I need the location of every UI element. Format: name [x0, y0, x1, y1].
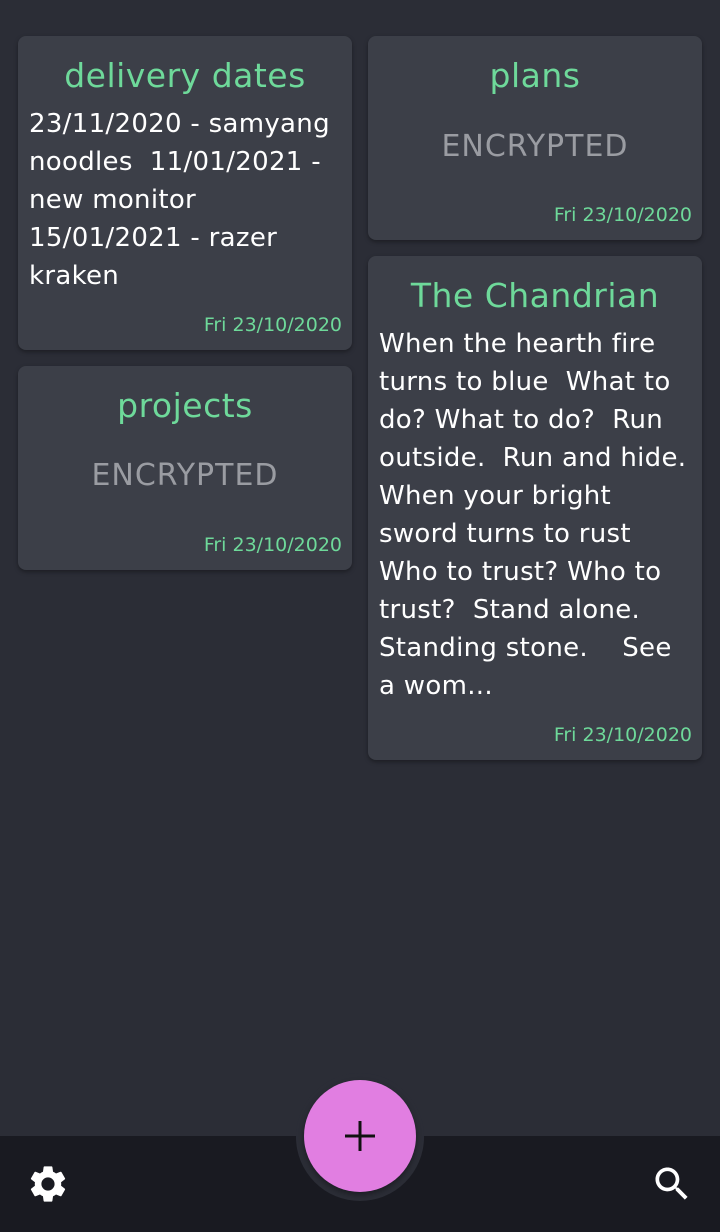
note-title: delivery dates	[64, 56, 306, 95]
note-date: Fri 23/10/2020	[203, 534, 342, 556]
encrypted-label: ENCRYPTED	[441, 129, 629, 164]
search-button[interactable]	[648, 1160, 696, 1208]
plus-icon	[343, 1119, 377, 1153]
note-title: plans	[489, 56, 581, 95]
note-card-delivery-dates[interactable]: delivery dates 23/11/2020 - samyang nood…	[18, 36, 352, 350]
settings-button[interactable]	[24, 1160, 72, 1208]
note-body: 23/11/2020 - samyang noodles 11/01/2021 …	[29, 109, 339, 291]
note-date: Fri 23/10/2020	[553, 204, 692, 226]
note-date: Fri 23/10/2020	[203, 314, 342, 336]
note-body: When the hearth fire turns to blue What …	[379, 329, 695, 701]
gear-icon	[26, 1162, 70, 1206]
note-card-projects[interactable]: projects ENCRYPTED Fri 23/10/2020	[18, 366, 352, 570]
note-card-the-chandrian[interactable]: The Chandrian When the hearth fire turns…	[368, 256, 702, 760]
note-card-plans[interactable]: plans ENCRYPTED Fri 23/10/2020	[368, 36, 702, 240]
search-icon	[650, 1162, 694, 1206]
encrypted-label: ENCRYPTED	[91, 458, 279, 493]
note-title: projects	[117, 386, 253, 425]
note-title: The Chandrian	[410, 276, 660, 315]
add-note-button[interactable]	[304, 1080, 416, 1192]
note-date: Fri 23/10/2020	[553, 724, 692, 746]
